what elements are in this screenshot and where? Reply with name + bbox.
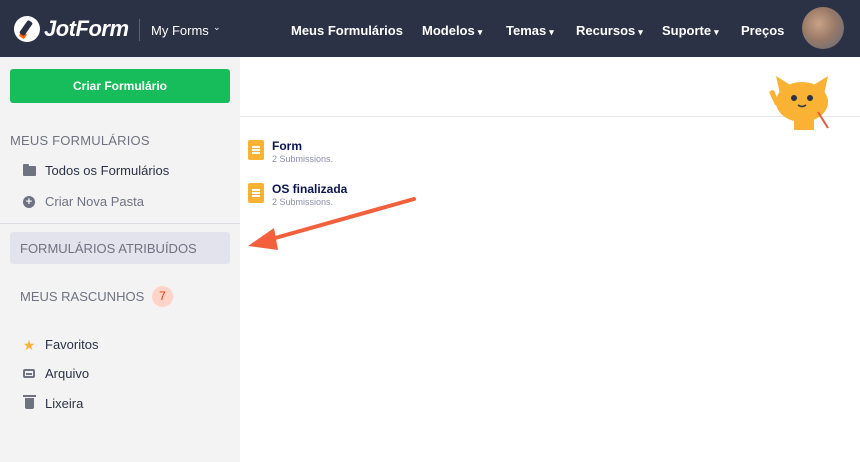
dropdown-caret-icon: ▾: [549, 27, 554, 37]
dropdown-caret-icon: ▾: [477, 27, 483, 37]
nav-suporte[interactable]: Suporte ▾: [662, 23, 719, 38]
annotation-arrow: [248, 197, 416, 250]
chevron-down-icon[interactable]: ⌄: [213, 22, 221, 33]
top-navigation-bar: JotForm My Forms ⌄ Meus Formulários Mode…: [0, 0, 860, 57]
sidebar-item-archive[interactable]: Arquivo: [22, 366, 89, 381]
sidebar-item-label: Todos os Formulários: [45, 163, 170, 178]
folder-icon: [22, 163, 36, 176]
jotform-logo[interactable]: JotForm: [14, 14, 129, 44]
dropdown-caret-icon: ▾: [638, 27, 643, 37]
sidebar-item-trash[interactable]: Lixeira: [22, 395, 84, 411]
forms-list: [240, 130, 860, 462]
nav-recursos[interactable]: Recursos ▾: [576, 23, 643, 38]
form-document-icon: [248, 140, 264, 160]
workspace-switcher[interactable]: My Forms: [151, 23, 209, 38]
sidebar-divider: [0, 223, 240, 224]
sidebar-item-label: Criar Nova Pasta: [45, 194, 144, 209]
nav-meus-formularios[interactable]: Meus Formulários: [291, 23, 403, 38]
jotform-logo-icon: [14, 16, 40, 42]
create-form-button[interactable]: Criar Formulário: [10, 69, 230, 103]
sidebar-item-label: Lixeira: [45, 396, 84, 411]
plus-circle-icon: +: [23, 195, 35, 208]
archive-icon: [23, 369, 35, 378]
nav-temas[interactable]: Temas ▾: [506, 23, 554, 38]
drafts-count-badge: 7: [152, 286, 173, 307]
sidebar-item-label: Arquivo: [45, 366, 90, 381]
sidebar-item-all-forms[interactable]: Todos os Formulários: [22, 163, 169, 178]
sidebar-item-drafts[interactable]: MEUS RASCUNHOS: [20, 289, 144, 304]
logo-text: JotForm: [44, 16, 129, 41]
form-submissions-count: 2 Submissions.: [272, 154, 334, 164]
nav-precos[interactable]: Preços: [741, 23, 784, 38]
sidebar-item-new-folder[interactable]: + Criar Nova Pasta: [22, 194, 144, 209]
nav-modelos[interactable]: Modelos ▾: [422, 23, 482, 38]
user-avatar[interactable]: [802, 7, 844, 49]
my-forms-section-title: MEUS FORMULÁRIOS: [10, 133, 150, 148]
trash-icon: [22, 395, 36, 409]
sidebar-item-favorites[interactable]: ★ Favoritos: [22, 336, 99, 353]
podo-mascot-illustration: [769, 76, 829, 132]
dropdown-caret-icon: ▾: [714, 27, 719, 37]
sidebar-item-assigned-forms[interactable]: FORMULÁRIOS ATRIBUÍDOS: [10, 232, 230, 264]
list-item[interactable]: Form 2 Submissions.: [248, 139, 333, 166]
form-title[interactable]: Form: [272, 139, 333, 153]
star-icon: ★: [22, 336, 36, 353]
header-divider: [139, 19, 140, 41]
sidebar: Criar Formulário MEUS FORMULÁRIOS Todos …: [0, 57, 240, 462]
sidebar-item-label: Favoritos: [45, 337, 99, 352]
